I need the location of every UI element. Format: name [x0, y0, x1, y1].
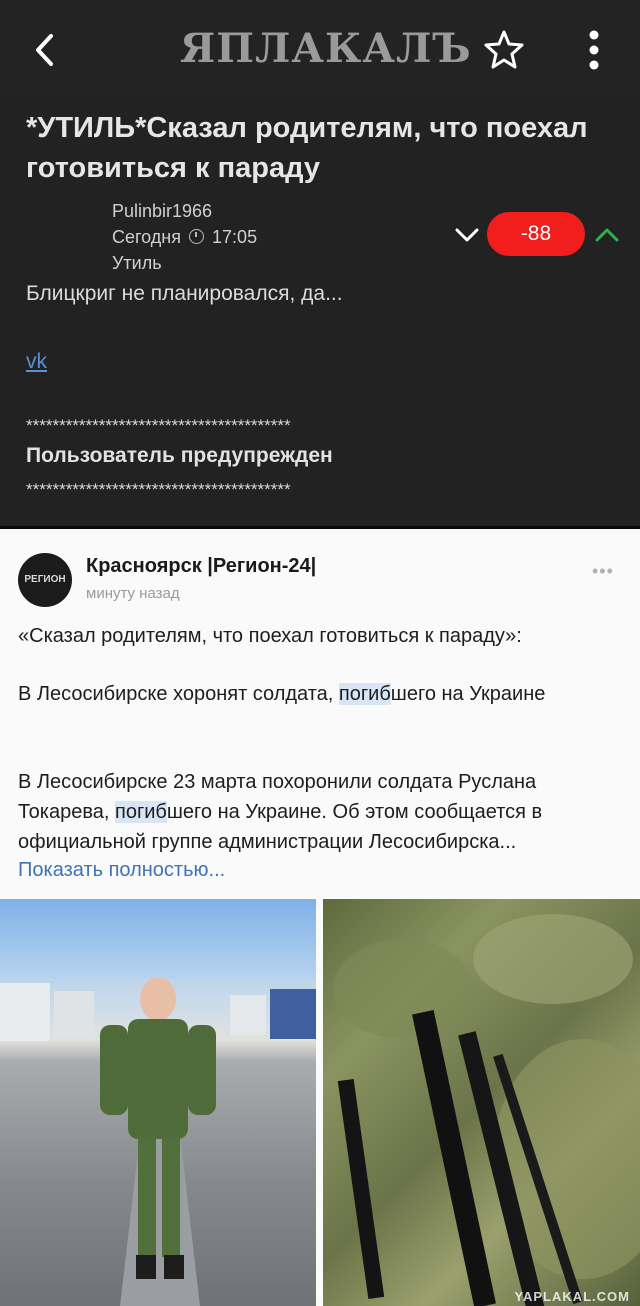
- chevron-down-icon: [455, 228, 479, 242]
- rating-badge: -88: [487, 212, 585, 256]
- favorite-button[interactable]: [482, 28, 526, 72]
- group-name: Красноярск |Регион-24|: [86, 555, 317, 577]
- show-more-link: Показать полностью...: [18, 859, 226, 881]
- site-logo[interactable]: ЯПЛАКАЛЪ: [180, 24, 471, 74]
- rifles-photo: YAPLAKAL.COM: [323, 899, 640, 1306]
- group-post-time: минуту назад: [86, 585, 180, 602]
- post-category[interactable]: Утиль: [112, 250, 257, 276]
- vk-quote: «Сказал родителям, что поехал готовиться…: [18, 625, 522, 647]
- overflow-menu-button[interactable]: [578, 26, 610, 74]
- post-timestamp: Сегодня 17:05: [112, 224, 257, 250]
- star-outline-icon: [484, 30, 524, 69]
- separator-top: ****************************************: [26, 416, 291, 435]
- post-time: 17:05: [212, 227, 258, 247]
- post-excerpt: Блицкриг не планировался, да...: [26, 282, 343, 305]
- soldier-photo: [0, 899, 316, 1306]
- separator-bottom: ****************************************: [26, 480, 291, 499]
- post-meta: Pulinbir1966 Сегодня 17:05 Утиль: [112, 198, 257, 276]
- top-app-bar: ЯПЛАКАЛЪ: [0, 0, 640, 96]
- more-vertical-icon: [589, 30, 599, 70]
- post-date: Сегодня: [112, 227, 181, 247]
- vk-headline-part: В Лесосибирске хоронят солдата,: [18, 683, 339, 705]
- chevron-left-icon: [36, 34, 53, 66]
- vk-headline-highlight: погиб: [338, 683, 391, 705]
- chevron-up-icon: [595, 228, 619, 242]
- source-link[interactable]: vk: [26, 350, 47, 374]
- vk-body: В Лесосибирске 23 марта похоронили солда…: [18, 767, 624, 857]
- watermark: YAPLAKAL.COM: [514, 1289, 630, 1304]
- post-image[interactable]: РЕГИОН Красноярск |Регион-24| минуту наз…: [0, 526, 640, 1306]
- rifles-closeup: [333, 914, 640, 1306]
- group-avatar: РЕГИОН: [18, 553, 72, 607]
- downvote-button[interactable]: [452, 222, 482, 248]
- post-title: *УТИЛЬ*Сказал родителям, что поехал гото…: [26, 112, 588, 184]
- clock-icon: [189, 229, 205, 244]
- moderator-warning: Пользователь предупрежден: [26, 444, 333, 467]
- upvote-button[interactable]: [592, 222, 622, 248]
- vk-body-highlight: погиб: [114, 801, 167, 823]
- back-button[interactable]: [22, 26, 70, 74]
- vk-headline: В Лесосибирске хоронят солдата, погибшег…: [18, 679, 624, 709]
- vk-headline-part: шего на Украине: [390, 683, 546, 705]
- post-content: *УТИЛЬ*Сказал родителям, что поехал гото…: [0, 96, 640, 526]
- soldier-figure: [0, 977, 316, 1306]
- author-name[interactable]: Pulinbir1966: [112, 198, 257, 224]
- more-horizontal-icon: •••: [592, 561, 614, 581]
